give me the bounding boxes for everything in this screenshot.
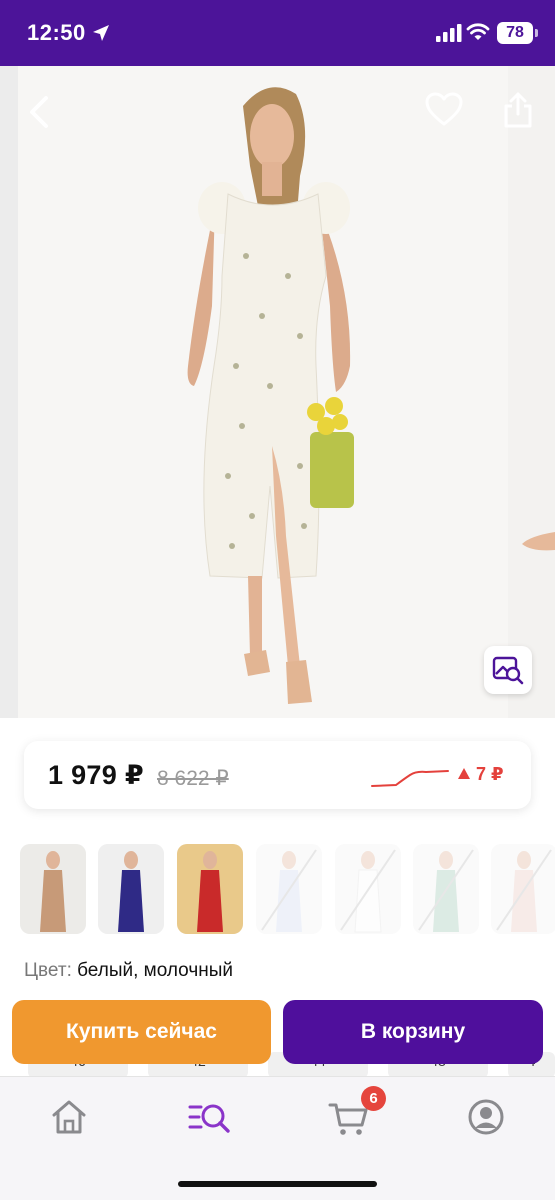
variant-image xyxy=(177,844,243,934)
variant-image xyxy=(335,844,401,934)
variant-image xyxy=(413,844,479,934)
variant-thumbnail[interactable] xyxy=(177,844,243,934)
home-indicator xyxy=(178,1181,377,1187)
location-arrow-icon xyxy=(93,25,109,41)
bottom-navigation: 6 xyxy=(0,1076,555,1200)
variant-thumbnail-unavailable[interactable] xyxy=(491,844,555,934)
status-bar: 12:50 78 xyxy=(0,0,555,66)
nav-profile[interactable] xyxy=(465,1097,509,1137)
variant-thumbnail[interactable] xyxy=(20,844,86,934)
variant-image xyxy=(98,844,164,934)
visual-search-button[interactable] xyxy=(484,646,532,694)
status-time: 12:50 xyxy=(27,20,86,45)
product-photo-gallery[interactable] xyxy=(0,66,555,718)
wifi-icon xyxy=(466,23,490,40)
battery-indicator: 78 xyxy=(497,22,538,44)
model-illustration xyxy=(187,87,555,704)
cellular-signal-icon xyxy=(436,24,462,42)
nav-catalog-search[interactable] xyxy=(187,1097,231,1137)
variant-thumbnail-unavailable[interactable] xyxy=(256,844,322,934)
back-chevron-icon[interactable] xyxy=(24,92,54,132)
variant-thumbnail-unavailable[interactable] xyxy=(413,844,479,934)
color-label: Цвет: xyxy=(24,960,72,981)
current-price: 1 979 ₽ xyxy=(48,760,144,790)
old-price: 8 622 ₽ xyxy=(157,767,229,790)
variant-thumbnail[interactable] xyxy=(98,844,164,934)
heart-icon[interactable] xyxy=(425,92,463,128)
color-variants xyxy=(20,844,555,936)
home-icon xyxy=(52,1100,86,1134)
price-up-arrow-icon xyxy=(458,768,470,779)
catalog-search-icon xyxy=(188,1104,230,1133)
color-value: белый, молочный xyxy=(77,960,233,981)
image-search-icon xyxy=(492,656,524,685)
price-change-value: 7 ₽ xyxy=(476,764,504,784)
variant-thumbnail-unavailable[interactable] xyxy=(335,844,401,934)
color-info: Цвет: белый, молочный xyxy=(24,960,233,982)
price-history-graph-icon xyxy=(371,770,449,787)
add-to-cart-button[interactable]: В корзину xyxy=(283,1000,543,1064)
nav-home[interactable] xyxy=(48,1097,92,1137)
variant-image xyxy=(20,844,86,934)
price-change: 7 ₽ xyxy=(458,764,504,785)
cart-count-badge: 6 xyxy=(361,1086,386,1111)
price-card[interactable]: 1 979 ₽ 8 622 ₽ 7 ₽ xyxy=(24,741,531,809)
variant-image xyxy=(256,844,322,934)
buy-now-button[interactable]: Купить сейчас xyxy=(12,1000,271,1064)
profile-icon xyxy=(468,1099,504,1135)
variant-image xyxy=(491,844,555,934)
share-icon[interactable] xyxy=(500,90,536,130)
